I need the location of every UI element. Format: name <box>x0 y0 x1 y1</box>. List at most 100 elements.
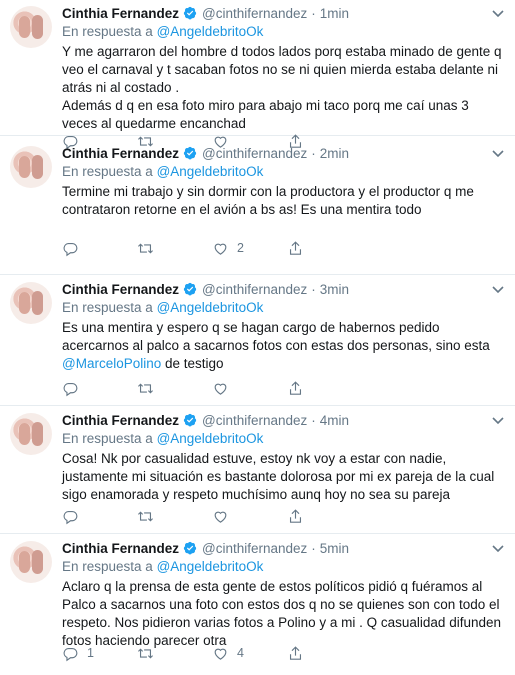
verified-badge-icon <box>183 282 197 296</box>
retweet-button[interactable] <box>137 645 212 662</box>
like-button[interactable] <box>212 508 287 525</box>
tweet-actions <box>62 379 362 397</box>
like-button[interactable]: 4 <box>212 645 287 662</box>
retweet-icon <box>137 508 154 525</box>
user-handle[interactable]: @cinthifernandez <box>202 146 307 161</box>
reply-icon <box>62 380 79 397</box>
verified-badge-icon <box>183 146 197 160</box>
user-handle[interactable]: @cinthifernandez <box>202 541 307 556</box>
tweet-text: Aclaro q la prensa de esta gente de esto… <box>62 578 505 650</box>
like-icon <box>212 240 229 257</box>
mention-link[interactable]: @MarceloPolino <box>62 356 161 371</box>
retweet-icon <box>137 645 154 662</box>
share-button[interactable] <box>287 240 362 257</box>
avatar[interactable] <box>10 146 52 188</box>
chevron-down-icon[interactable] <box>491 283 505 294</box>
chevron-down-icon[interactable] <box>491 542 505 553</box>
retweet-button[interactable] <box>137 508 212 525</box>
reply-to-link[interactable]: @AngeldebritoOk <box>157 24 264 39</box>
verified-badge-icon <box>183 413 197 427</box>
reply-icon <box>62 645 79 662</box>
like-button[interactable] <box>212 380 287 397</box>
tweet-body: Cinthia Fernandez @cinthifernandez · 1mi… <box>62 4 505 133</box>
reply-button[interactable] <box>62 380 137 397</box>
user-handle[interactable]: @cinthifernandez <box>202 282 307 297</box>
share-icon <box>287 240 304 257</box>
reply-button[interactable] <box>62 240 137 257</box>
reply-prefix: En respuesta a <box>62 431 153 446</box>
retweet-button[interactable] <box>137 380 212 397</box>
display-name[interactable]: Cinthia Fernandez <box>62 6 179 21</box>
reply-button[interactable] <box>62 508 137 525</box>
tweet-text-paragraph: Aclaro q la prensa de esta gente de esto… <box>62 579 501 648</box>
timestamp[interactable]: 4min <box>320 413 349 428</box>
verified-badge-icon <box>183 541 197 555</box>
reply-prefix: En respuesta a <box>62 559 153 574</box>
reply-icon <box>62 508 79 525</box>
like-icon <box>212 645 229 662</box>
tweet[interactable]: Cinthia Fernandez @cinthifernandez · 1mi… <box>0 0 515 149</box>
tweet-text-paragraph: Es una mentira y espero q se hagan cargo… <box>62 319 505 373</box>
verified-badge-icon <box>183 6 197 20</box>
tweet-header: Cinthia Fernandez @cinthifernandez · 4mi… <box>62 411 505 429</box>
display-name[interactable]: Cinthia Fernandez <box>62 146 179 161</box>
reply-prefix: En respuesta a <box>62 300 153 315</box>
timestamp[interactable]: 5min <box>320 541 349 556</box>
avatar[interactable] <box>10 413 52 455</box>
display-name[interactable]: Cinthia Fernandez <box>62 541 179 556</box>
tweet-header: Cinthia Fernandez @cinthifernandez · 5mi… <box>62 539 505 557</box>
reply-prefix: En respuesta a <box>62 164 153 179</box>
retweet-button[interactable] <box>137 240 212 257</box>
like-count: 4 <box>237 646 244 660</box>
user-handle[interactable]: @cinthifernandez <box>202 413 307 428</box>
timestamp[interactable]: 3min <box>320 282 349 297</box>
timestamp[interactable]: 2min <box>320 146 349 161</box>
reply-to-link[interactable]: @AngeldebritoOk <box>157 431 264 446</box>
reply-to-link[interactable]: @AngeldebritoOk <box>157 300 264 315</box>
avatar[interactable] <box>10 282 52 324</box>
share-button[interactable] <box>287 645 362 662</box>
tweet-body: Cinthia Fernandez @cinthifernandez · 3mi… <box>62 280 505 373</box>
tweet-actions: 2 <box>62 239 362 257</box>
chevron-down-icon[interactable] <box>491 147 505 158</box>
separator-dot: · <box>311 412 316 428</box>
tweet-text-paragraph: Cosa! Nk por casualidad estuve, estoy nk… <box>62 451 495 502</box>
tweet-body: Cinthia Fernandez @cinthifernandez · 4mi… <box>62 411 505 504</box>
chevron-down-icon[interactable] <box>491 414 505 425</box>
avatar[interactable] <box>10 541 52 583</box>
like-button[interactable]: 2 <box>212 240 287 257</box>
reply-to-link[interactable]: @AngeldebritoOk <box>157 164 264 179</box>
tweet[interactable]: Cinthia Fernandez @cinthifernandez · 2mi… <box>0 140 515 275</box>
tweet-actions: 1 4 <box>62 644 362 662</box>
tweet-text-paragraph: Y me agarraron del hombre d todos lados … <box>62 44 502 95</box>
retweet-icon <box>137 380 154 397</box>
tweet[interactable]: Cinthia Fernandez @cinthifernandez · 3mi… <box>0 276 515 406</box>
reply-context: En respuesta a @AngeldebritoOk <box>62 558 505 576</box>
share-button[interactable] <box>287 508 362 525</box>
display-name[interactable]: Cinthia Fernandez <box>62 413 179 428</box>
tweet-text: Cosa! Nk por casualidad estuve, estoy nk… <box>62 450 505 504</box>
tweet[interactable]: Cinthia Fernandez @cinthifernandez · 4mi… <box>0 407 515 534</box>
reply-count: 1 <box>87 646 94 660</box>
tweet[interactable]: Cinthia Fernandez @cinthifernandez · 5mi… <box>0 535 515 675</box>
timestamp[interactable]: 1min <box>320 6 349 21</box>
separator-dot: · <box>311 540 316 556</box>
separator-dot: · <box>311 281 316 297</box>
display-name[interactable]: Cinthia Fernandez <box>62 282 179 297</box>
tweet-text: Termine mi trabajo y sin dormir con la p… <box>62 183 505 219</box>
reply-context: En respuesta a @AngeldebritoOk <box>62 23 505 41</box>
tweet-body: Cinthia Fernandez @cinthifernandez · 2mi… <box>62 144 505 219</box>
avatar[interactable] <box>10 6 52 48</box>
user-handle[interactable]: @cinthifernandez <box>202 6 307 21</box>
share-icon <box>287 380 304 397</box>
reply-icon <box>62 240 79 257</box>
chevron-down-icon[interactable] <box>491 7 505 18</box>
like-count: 2 <box>237 241 244 255</box>
tweet-header: Cinthia Fernandez @cinthifernandez · 2mi… <box>62 144 505 162</box>
reply-to-link[interactable]: @AngeldebritoOk <box>157 559 264 574</box>
share-icon <box>287 508 304 525</box>
tweet-feed: Cinthia Fernandez @cinthifernandez · 1mi… <box>0 0 515 675</box>
reply-button[interactable]: 1 <box>62 645 137 662</box>
share-button[interactable] <box>287 380 362 397</box>
reply-context: En respuesta a @AngeldebritoOk <box>62 430 505 448</box>
